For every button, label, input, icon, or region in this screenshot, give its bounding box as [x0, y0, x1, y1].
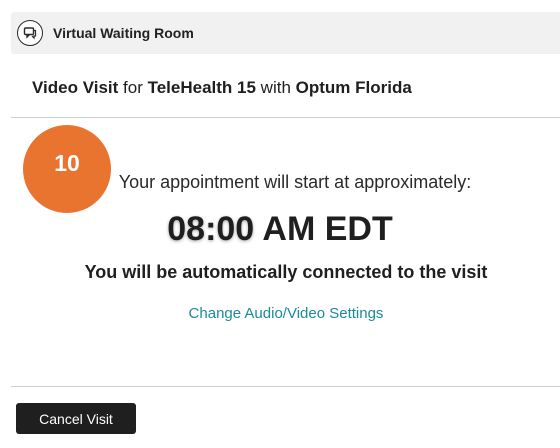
- visit-for-word: for: [118, 78, 148, 97]
- top-divider: [11, 117, 560, 118]
- change-audio-video-settings-link[interactable]: Change Audio/Video Settings: [0, 305, 560, 322]
- bottom-divider: [11, 386, 560, 387]
- visit-with-word: with: [255, 78, 296, 97]
- header-title: Virtual Waiting Room: [53, 25, 194, 41]
- visit-type: Video Visit: [32, 78, 119, 97]
- visit-provider: TeleHealth 15: [147, 78, 256, 97]
- chat-bubble-icon: [17, 20, 43, 46]
- appointment-time: 08:00 AM EDT: [0, 210, 560, 249]
- waiting-room-header: Virtual Waiting Room: [11, 12, 560, 54]
- cancel-visit-button[interactable]: Cancel Visit: [16, 403, 136, 434]
- cropped-top-strip: [0, 0, 560, 12]
- appointment-time-suffix: AM EDT: [254, 210, 393, 248]
- step-number-badge: 10: [23, 125, 111, 213]
- auto-connect-message: You will be automatically connected to t…: [84, 262, 488, 282]
- visit-description: Video Visit for TeleHealth 15 with Optum…: [32, 78, 412, 98]
- visit-organization: Optum Florida: [295, 78, 412, 97]
- appointment-time-number: 08:00: [167, 210, 255, 248]
